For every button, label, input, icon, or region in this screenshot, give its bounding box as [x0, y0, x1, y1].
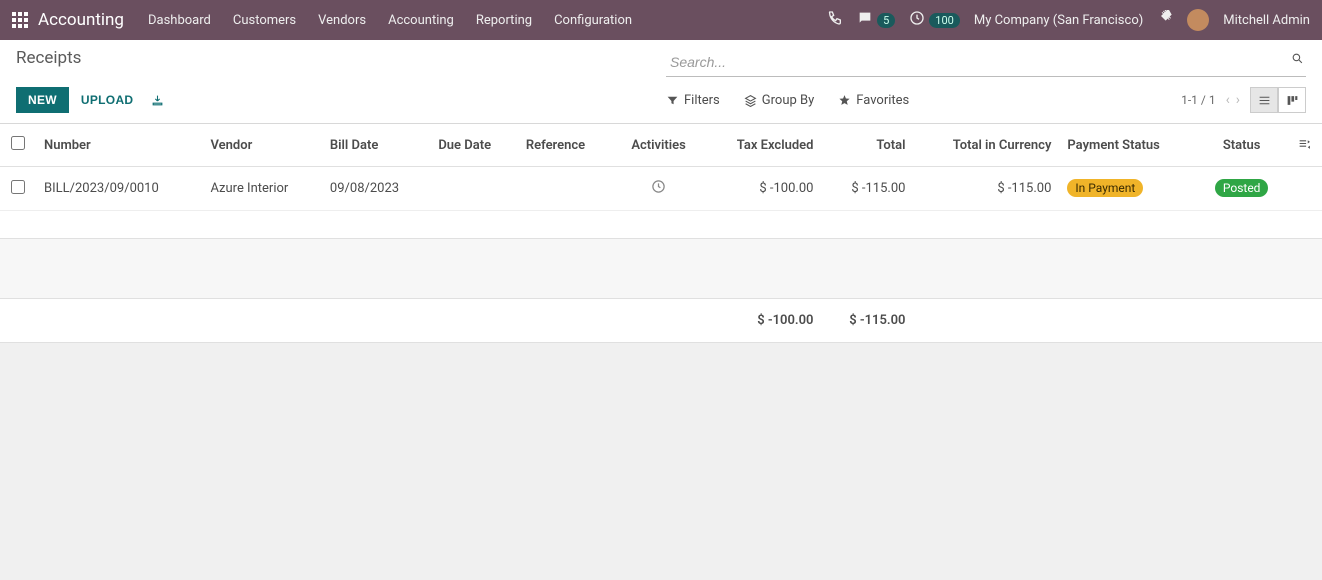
col-vendor[interactable]: Vendor — [202, 124, 321, 167]
layers-icon — [744, 94, 757, 107]
cell-duedate — [430, 167, 518, 211]
list-view-button[interactable] — [1250, 87, 1278, 113]
column-options-icon[interactable] — [1298, 137, 1311, 150]
app-brand[interactable]: Accounting — [38, 10, 124, 30]
col-total[interactable]: Total — [821, 124, 913, 167]
kanban-view-button[interactable] — [1278, 87, 1306, 113]
pager-prev-icon[interactable]: ‹ — [1226, 92, 1230, 108]
chat-icon — [857, 10, 873, 30]
table-row[interactable]: BILL/2023/09/0010 Azure Interior 09/08/2… — [0, 167, 1322, 211]
cell-tax: $ -100.00 — [703, 167, 821, 211]
menu-accounting[interactable]: Accounting — [388, 13, 454, 28]
groupby-button[interactable]: Group By — [744, 87, 815, 113]
gap-row — [0, 239, 1322, 299]
page-title: Receipts — [16, 48, 81, 68]
new-button[interactable]: NEW — [16, 87, 69, 113]
apps-icon[interactable] — [12, 12, 28, 28]
messages-indicator[interactable]: 5 — [857, 10, 895, 30]
star-icon — [838, 94, 851, 107]
payment-status-badge: In Payment — [1067, 179, 1143, 197]
activities-count: 100 — [929, 13, 960, 28]
control-panel: Receipts NEW UPLOAD Filters Group By Fav… — [0, 40, 1322, 124]
col-status[interactable]: Status — [1197, 124, 1286, 167]
kanban-icon — [1286, 94, 1299, 107]
menu-configuration[interactable]: Configuration — [554, 13, 632, 28]
col-tax[interactable]: Tax Excluded — [703, 124, 821, 167]
main-menu: Dashboard Customers Vendors Accounting R… — [148, 13, 632, 28]
row-checkbox[interactable] — [11, 180, 25, 194]
cell-total-currency: $ -115.00 — [913, 167, 1059, 211]
user-name[interactable]: Mitchell Admin — [1223, 13, 1310, 28]
col-reference[interactable]: Reference — [518, 124, 614, 167]
col-activities[interactable]: Activities — [614, 124, 704, 167]
download-icon[interactable] — [151, 94, 164, 107]
cell-reference — [518, 167, 614, 211]
pager[interactable]: 1-1 / 1 — [1181, 93, 1215, 107]
avatar[interactable] — [1187, 9, 1209, 31]
table-header-row: Number Vendor Bill Date Due Date Referen… — [0, 124, 1322, 167]
cell-billdate: 09/08/2023 — [322, 167, 430, 211]
search-icon[interactable] — [1291, 52, 1304, 65]
col-payment-status[interactable]: Payment Status — [1059, 124, 1197, 167]
filter-icon — [666, 94, 679, 107]
search-input[interactable] — [666, 48, 1306, 77]
menu-customers[interactable]: Customers — [233, 13, 296, 28]
cell-total: $ -115.00 — [821, 167, 913, 211]
total-tax: $ -100.00 — [703, 299, 821, 343]
spacer-row — [0, 211, 1322, 239]
status-badge: Posted — [1215, 179, 1269, 197]
company-switcher[interactable]: My Company (San Francisco) — [974, 13, 1143, 28]
filters-button[interactable]: Filters — [666, 87, 720, 113]
menu-reporting[interactable]: Reporting — [476, 13, 532, 28]
activity-clock-icon[interactable] — [651, 183, 666, 198]
clock-icon — [909, 10, 925, 30]
list-icon — [1258, 94, 1271, 107]
menu-vendors[interactable]: Vendors — [318, 13, 366, 28]
top-navbar: Accounting Dashboard Customers Vendors A… — [0, 0, 1322, 40]
totals-row: $ -100.00 $ -115.00 — [0, 299, 1322, 343]
messages-count: 5 — [877, 13, 895, 28]
pager-next-icon[interactable]: › — [1236, 92, 1240, 108]
upload-button[interactable]: UPLOAD — [69, 87, 145, 113]
receipts-table: Number Vendor Bill Date Due Date Referen… — [0, 124, 1322, 343]
col-billdate[interactable]: Bill Date — [322, 124, 430, 167]
cell-vendor: Azure Interior — [202, 167, 321, 211]
activities-indicator[interactable]: 100 — [909, 10, 960, 30]
phone-icon[interactable] — [827, 10, 843, 30]
menu-dashboard[interactable]: Dashboard — [148, 13, 211, 28]
debug-icon[interactable] — [1157, 10, 1173, 30]
cell-number: BILL/2023/09/0010 — [36, 167, 202, 211]
col-total-currency[interactable]: Total in Currency — [913, 124, 1059, 167]
total-total: $ -115.00 — [821, 299, 913, 343]
favorites-button[interactable]: Favorites — [838, 87, 909, 113]
select-all-checkbox[interactable] — [11, 136, 25, 150]
col-duedate[interactable]: Due Date — [430, 124, 518, 167]
col-number[interactable]: Number — [36, 124, 202, 167]
